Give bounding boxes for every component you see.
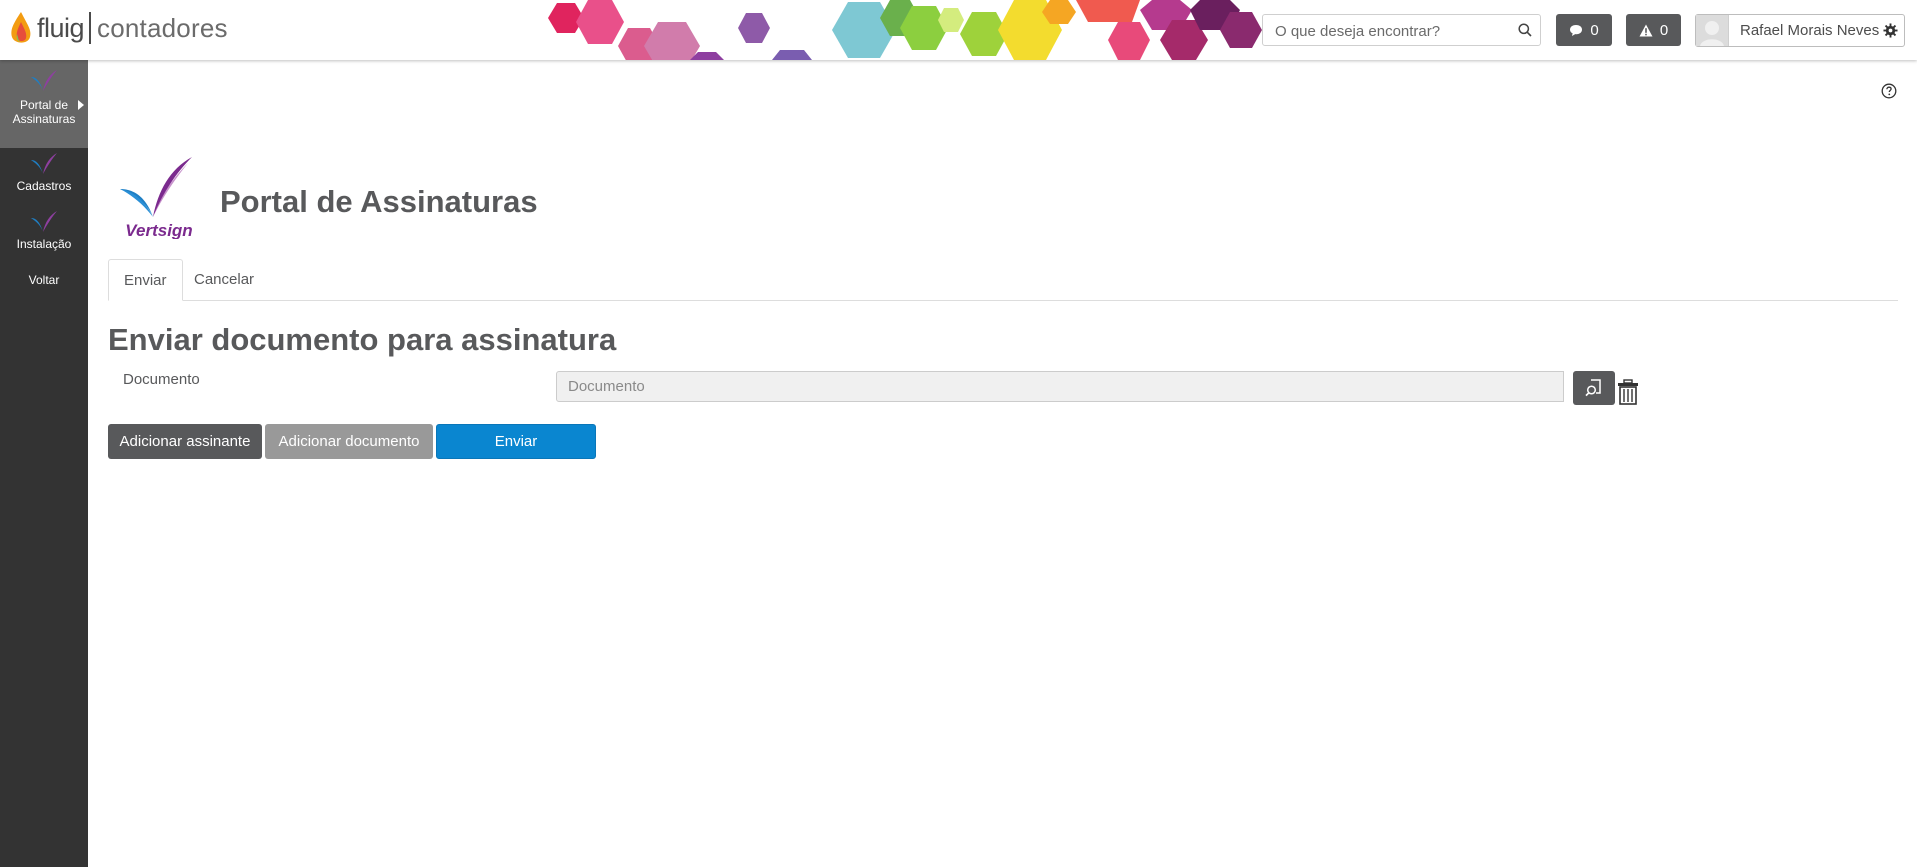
main-content: Vertsign Portal de Assinaturas Enviar Ca… [88, 60, 1917, 867]
vertsign-logo-text: Vertsign [125, 221, 192, 239]
brand-name: fluig [37, 12, 85, 43]
alerts-button[interactable]: 0 [1626, 14, 1681, 46]
sidebar-item-label: Instalação [16, 237, 72, 251]
sidebar-item-label: Assinaturas [12, 112, 76, 126]
send-button[interactable]: Enviar [436, 424, 596, 459]
tab-cancelar[interactable]: Cancelar [179, 259, 269, 300]
messages-button[interactable]: 0 [1556, 14, 1612, 46]
sidebar: Portal de Assinaturas Cadastros Instalaç… [0, 60, 88, 867]
sidebar-item-portal-de-assinaturas[interactable]: Portal de Assinaturas [0, 60, 88, 148]
gear-icon[interactable] [1883, 23, 1898, 38]
user-name: Rafael Morais Neves [1740, 22, 1880, 39]
vertsign-mini-icon [31, 211, 57, 232]
file-search-icon [1585, 379, 1601, 397]
fluig-logo-icon [11, 12, 31, 43]
brand-separator [89, 12, 92, 44]
brand[interactable]: fluig contadores [8, 8, 228, 48]
select-document-button[interactable] [1573, 371, 1615, 405]
page-title: Portal de Assinaturas [220, 184, 538, 219]
alerts-count: 0 [1659, 21, 1669, 39]
sidebar-item-label: Voltar [28, 273, 60, 287]
top-header: fluig contadores O que deseja encontrar?… [0, 0, 1917, 60]
product-name: contadores [97, 12, 228, 43]
vertsign-mini-icon [31, 70, 57, 91]
avatar [1696, 15, 1729, 46]
sidebar-item-label: Cadastros [16, 179, 72, 193]
messages-count: 0 [1590, 21, 1599, 39]
add-signer-button[interactable]: Adicionar assinante [108, 424, 262, 459]
page-header: Vertsign Portal de Assinaturas [114, 155, 538, 239]
caret-right-icon [78, 100, 84, 110]
sidebar-item-voltar[interactable]: Voltar [0, 273, 88, 293]
sidebar-item-instalacao[interactable]: Instalação [0, 210, 88, 266]
add-document-button[interactable]: Adicionar documento [265, 424, 433, 459]
user-avatar-icon [1696, 15, 1728, 46]
search-box[interactable] [1262, 14, 1541, 46]
sidebar-item-cadastros[interactable]: Cadastros [0, 152, 88, 208]
trash-icon[interactable] [1617, 379, 1639, 405]
warning-icon [1639, 24, 1653, 36]
user-menu[interactable]: Rafael Morais Neves [1695, 14, 1905, 47]
vertsign-logo: Vertsign [120, 157, 193, 239]
help-icon[interactable] [1881, 83, 1897, 99]
sidebar-item-label: Portal de [19, 98, 69, 112]
chat-bubble-icon [1570, 24, 1583, 36]
search-icon[interactable] [1518, 23, 1532, 37]
document-input[interactable] [556, 371, 1564, 402]
decorative-banner [548, 0, 1262, 60]
vertsign-mini-icon [31, 153, 57, 174]
tab-bar: Enviar Cancelar [108, 259, 1898, 301]
section-title: Enviar documento para assinatura [108, 322, 617, 357]
document-label: Documento [123, 371, 200, 388]
search-input[interactable] [1273, 16, 1517, 46]
tab-enviar[interactable]: Enviar [108, 259, 183, 301]
